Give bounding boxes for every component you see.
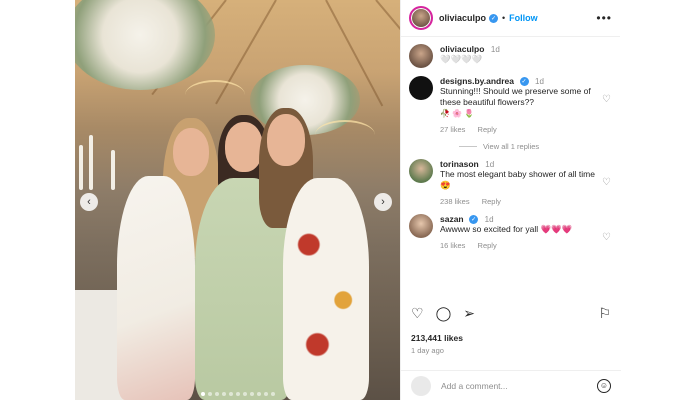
carousel-dot	[214, 392, 219, 396]
caption-time: 1d	[490, 45, 500, 54]
carousel-dot	[207, 392, 212, 396]
avatar[interactable]	[409, 76, 433, 100]
share-send-icon[interactable]: ➢	[463, 305, 475, 322]
list-item: designs.by.andrea ✓ 1d Stunning!!! Shoul…	[409, 76, 613, 134]
comment-username[interactable]: designs.by.andrea	[440, 76, 514, 86]
comment-input[interactable]	[441, 380, 581, 391]
separator-dot: •	[502, 13, 506, 23]
post-photo[interactable]: ‹ ›	[75, 0, 400, 400]
carousel-next-button[interactable]: ›	[374, 193, 392, 211]
carousel-dots	[200, 392, 275, 396]
candle	[79, 145, 83, 190]
comment-composer: ☺	[401, 370, 621, 400]
comment-text: Awwww so excited for yall 💗💗💗	[440, 224, 573, 235]
carousel-dot	[256, 392, 261, 396]
avatar[interactable]	[409, 159, 433, 184]
comment-text: Stunning!!! Should we preserve some of t…	[440, 86, 591, 108]
view-replies-link[interactable]: View all 1 replies	[459, 142, 613, 151]
carousel-dot	[228, 392, 233, 396]
comment-likes[interactable]: 238 likes	[440, 197, 470, 206]
flower-arrangement	[75, 0, 215, 90]
follow-button[interactable]: Follow	[509, 13, 538, 23]
chandelier	[315, 120, 375, 150]
comment-text: The most elegant baby shower of all time…	[440, 169, 595, 191]
list-item: torinason 1d The most elegant baby showe…	[409, 159, 613, 206]
post-sidebar: oliviaculpo ✓ • Follow ••• oliviaculpo 1…	[400, 0, 621, 400]
comment-time: 1d	[535, 77, 544, 86]
post-timestamp: 1 day ago	[411, 346, 444, 355]
caption-username[interactable]: oliviaculpo	[440, 44, 484, 54]
comments-list[interactable]: oliviaculpo 1d 🤍🤍🤍🤍 designs.by.andrea ✓ …	[401, 38, 621, 300]
chevron-left-icon: ‹	[87, 196, 91, 208]
avatar[interactable]	[409, 214, 433, 239]
like-heart-icon[interactable]: ♡	[411, 305, 424, 322]
save-bookmark-icon[interactable]: ⚐	[598, 305, 611, 322]
comment-username[interactable]: sazan	[440, 214, 464, 224]
heart-icon[interactable]: ♡	[602, 232, 611, 243]
comment-bubble-icon[interactable]: ◯	[436, 305, 452, 322]
post-actions: ♡ ◯ ➢ ⚐	[401, 305, 621, 322]
reply-button[interactable]: Reply	[482, 197, 501, 206]
carousel-dot	[270, 392, 275, 396]
verified-icon: ✓	[519, 77, 529, 87]
candle	[111, 150, 115, 190]
heart-icon[interactable]: ♡	[602, 94, 611, 105]
comment-username[interactable]: torinason	[440, 159, 479, 169]
chandelier	[185, 80, 245, 110]
comment-emoji: 🥀 🌸 🌷	[440, 109, 475, 119]
avatar	[411, 375, 431, 396]
carousel-dot	[249, 392, 254, 396]
list-item: sazan ✓ 1d Awwww so excited for yall 💗💗💗…	[409, 214, 613, 250]
post-username[interactable]: oliviaculpo	[439, 13, 486, 23]
post-header: oliviaculpo ✓ • Follow •••	[401, 0, 620, 37]
reply-button[interactable]: Reply	[478, 241, 497, 250]
avatar[interactable]	[409, 6, 433, 30]
likes-count[interactable]: 213,441 likes	[411, 333, 463, 343]
carousel-dot	[242, 392, 247, 396]
carousel-dot	[200, 392, 205, 396]
reply-button[interactable]: Reply	[478, 125, 497, 134]
caption-text: 🤍🤍🤍🤍	[440, 54, 483, 64]
carousel-dot	[221, 392, 226, 396]
more-horizontal-icon[interactable]: •••	[596, 11, 612, 25]
emoji-smiley-icon[interactable]: ☺	[597, 378, 611, 393]
comment-likes[interactable]: 16 likes	[440, 241, 465, 250]
verified-icon: ✓	[469, 215, 479, 225]
heart-icon[interactable]: ♡	[602, 177, 611, 188]
candle	[89, 135, 93, 190]
comment-time: 1d	[485, 160, 495, 170]
chevron-right-icon: ›	[381, 196, 385, 208]
verified-icon: ✓	[489, 13, 499, 23]
carousel-dot	[235, 392, 240, 396]
comment-time: 1d	[484, 215, 494, 225]
comment-likes[interactable]: 27 likes	[440, 125, 465, 134]
tent-stripe	[375, 0, 400, 93]
caption-row: oliviaculpo 1d 🤍🤍🤍🤍	[409, 44, 613, 68]
carousel-dot	[263, 392, 268, 396]
avatar[interactable]	[409, 44, 433, 68]
carousel-prev-button[interactable]: ‹	[80, 193, 98, 211]
